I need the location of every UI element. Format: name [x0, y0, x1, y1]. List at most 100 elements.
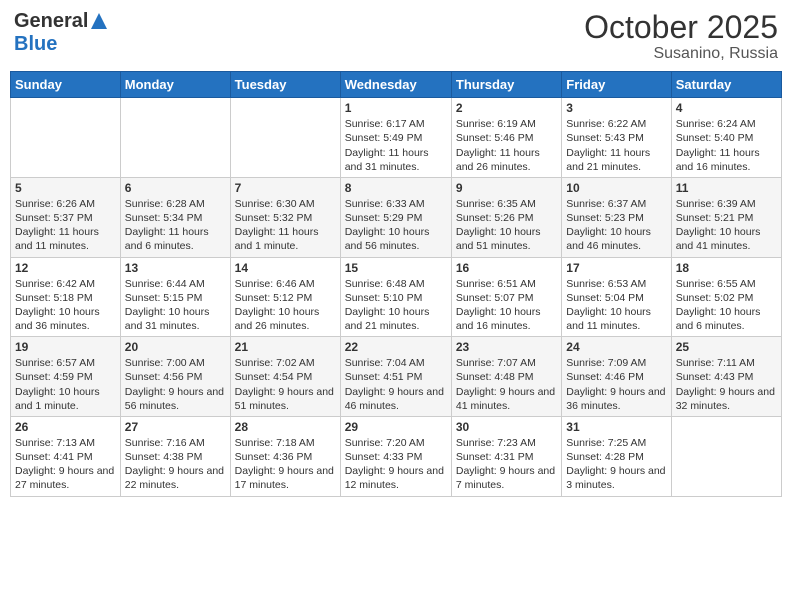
cell-text: Sunrise: 6:46 AM: [235, 277, 336, 291]
cell-text: Daylight: 9 hours and 22 minutes.: [125, 464, 226, 492]
cell-text: Daylight: 10 hours and 26 minutes.: [235, 305, 336, 333]
day-number: 2: [456, 101, 557, 115]
col-tuesday: Tuesday: [230, 72, 340, 98]
calendar-cell: 14Sunrise: 6:46 AMSunset: 5:12 PMDayligh…: [230, 257, 340, 337]
col-saturday: Saturday: [671, 72, 781, 98]
calendar-cell: 16Sunrise: 6:51 AMSunset: 5:07 PMDayligh…: [451, 257, 561, 337]
cell-text: Daylight: 10 hours and 51 minutes.: [456, 225, 557, 253]
calendar-week-1: 1Sunrise: 6:17 AMSunset: 5:49 PMDaylight…: [11, 98, 782, 178]
calendar-cell: 13Sunrise: 6:44 AMSunset: 5:15 PMDayligh…: [120, 257, 230, 337]
calendar-cell: 12Sunrise: 6:42 AMSunset: 5:18 PMDayligh…: [11, 257, 121, 337]
calendar-cell: 26Sunrise: 7:13 AMSunset: 4:41 PMDayligh…: [11, 416, 121, 496]
col-wednesday: Wednesday: [340, 72, 451, 98]
cell-text: Daylight: 9 hours and 3 minutes.: [566, 464, 666, 492]
cell-text: Sunrise: 7:11 AM: [676, 356, 777, 370]
cell-text: Daylight: 10 hours and 31 minutes.: [125, 305, 226, 333]
cell-text: Sunrise: 7:02 AM: [235, 356, 336, 370]
day-number: 9: [456, 181, 557, 195]
cell-text: Sunrise: 6:19 AM: [456, 117, 557, 131]
cell-text: Sunrise: 6:42 AM: [15, 277, 116, 291]
day-number: 23: [456, 340, 557, 354]
calendar-cell: 22Sunrise: 7:04 AMSunset: 4:51 PMDayligh…: [340, 337, 451, 417]
cell-text: Sunset: 5:49 PM: [345, 131, 447, 145]
day-number: 12: [15, 261, 116, 275]
cell-text: Sunrise: 7:04 AM: [345, 356, 447, 370]
month-title: October 2025: [584, 10, 778, 45]
calendar-cell: 7Sunrise: 6:30 AMSunset: 5:32 PMDaylight…: [230, 177, 340, 257]
calendar-cell: 31Sunrise: 7:25 AMSunset: 4:28 PMDayligh…: [562, 416, 671, 496]
cell-text: Sunrise: 6:30 AM: [235, 197, 336, 211]
cell-text: Daylight: 9 hours and 51 minutes.: [235, 385, 336, 413]
cell-text: Sunset: 5:18 PM: [15, 291, 116, 305]
cell-text: Sunset: 5:32 PM: [235, 211, 336, 225]
cell-text: Sunrise: 7:07 AM: [456, 356, 557, 370]
cell-text: Daylight: 11 hours and 26 minutes.: [456, 146, 557, 174]
day-number: 14: [235, 261, 336, 275]
day-number: 21: [235, 340, 336, 354]
cell-text: Daylight: 10 hours and 56 minutes.: [345, 225, 447, 253]
calendar-cell: [671, 416, 781, 496]
cell-text: Sunset: 5:40 PM: [676, 131, 777, 145]
col-monday: Monday: [120, 72, 230, 98]
calendar-cell: [230, 98, 340, 178]
cell-text: Sunrise: 6:55 AM: [676, 277, 777, 291]
day-number: 25: [676, 340, 777, 354]
cell-text: Sunrise: 7:18 AM: [235, 436, 336, 450]
logo-icon: [90, 12, 108, 30]
cell-text: Sunrise: 6:28 AM: [125, 197, 226, 211]
cell-text: Sunset: 4:31 PM: [456, 450, 557, 464]
cell-text: Daylight: 10 hours and 1 minute.: [15, 385, 116, 413]
cell-text: Sunset: 5:23 PM: [566, 211, 666, 225]
calendar-cell: 19Sunrise: 6:57 AMSunset: 4:59 PMDayligh…: [11, 337, 121, 417]
cell-text: Sunrise: 6:33 AM: [345, 197, 447, 211]
calendar-cell: 5Sunrise: 6:26 AMSunset: 5:37 PMDaylight…: [11, 177, 121, 257]
day-number: 18: [676, 261, 777, 275]
cell-text: Sunrise: 7:25 AM: [566, 436, 666, 450]
day-number: 30: [456, 420, 557, 434]
calendar-cell: 15Sunrise: 6:48 AMSunset: 5:10 PMDayligh…: [340, 257, 451, 337]
day-number: 24: [566, 340, 666, 354]
cell-text: Daylight: 10 hours and 46 minutes.: [566, 225, 666, 253]
day-number: 3: [566, 101, 666, 115]
cell-text: Sunrise: 6:51 AM: [456, 277, 557, 291]
cell-text: Sunset: 4:28 PM: [566, 450, 666, 464]
cell-text: Daylight: 10 hours and 41 minutes.: [676, 225, 777, 253]
calendar-cell: 28Sunrise: 7:18 AMSunset: 4:36 PMDayligh…: [230, 416, 340, 496]
cell-text: Sunrise: 6:53 AM: [566, 277, 666, 291]
day-number: 13: [125, 261, 226, 275]
cell-text: Sunrise: 6:44 AM: [125, 277, 226, 291]
calendar-cell: 1Sunrise: 6:17 AMSunset: 5:49 PMDaylight…: [340, 98, 451, 178]
cell-text: Sunset: 5:46 PM: [456, 131, 557, 145]
cell-text: Sunset: 5:43 PM: [566, 131, 666, 145]
logo-blue-text: Blue: [14, 33, 57, 56]
logo-general-text: General: [14, 10, 88, 33]
cell-text: Sunset: 4:41 PM: [15, 450, 116, 464]
day-number: 20: [125, 340, 226, 354]
day-number: 22: [345, 340, 447, 354]
cell-text: Sunrise: 6:26 AM: [15, 197, 116, 211]
cell-text: Daylight: 9 hours and 32 minutes.: [676, 385, 777, 413]
cell-text: Sunrise: 6:22 AM: [566, 117, 666, 131]
cell-text: Sunrise: 6:17 AM: [345, 117, 447, 131]
cell-text: Sunrise: 6:39 AM: [676, 197, 777, 211]
day-number: 4: [676, 101, 777, 115]
col-sunday: Sunday: [11, 72, 121, 98]
cell-text: Sunset: 5:29 PM: [345, 211, 447, 225]
calendar-week-2: 5Sunrise: 6:26 AMSunset: 5:37 PMDaylight…: [11, 177, 782, 257]
cell-text: Sunset: 5:37 PM: [15, 211, 116, 225]
calendar-cell: 2 Sunrise: 6:19 AMSunset: 5:46 PMDaylight…: [451, 98, 561, 178]
day-number: 17: [566, 261, 666, 275]
day-number: 6: [125, 181, 226, 195]
cell-text: Sunset: 5:26 PM: [456, 211, 557, 225]
cell-text: Sunrise: 6:57 AM: [15, 356, 116, 370]
cell-text: Sunset: 5:34 PM: [125, 211, 226, 225]
day-number: 19: [15, 340, 116, 354]
cell-text: Sunrise: 7:09 AM: [566, 356, 666, 370]
cell-text: Sunrise: 7:16 AM: [125, 436, 226, 450]
cell-text: Sunset: 4:43 PM: [676, 370, 777, 384]
calendar-week-3: 12 Sunrise: 6:42 AMSunset: 5:18 PM Dayligh…: [11, 257, 782, 337]
cell-text: Sunrise: 7:00 AM: [125, 356, 226, 370]
cell-text: Daylight: 9 hours and 46 minutes.: [345, 385, 447, 413]
cell-text: Sunrise: 6:35 AM: [456, 197, 557, 211]
day-number: 26: [15, 420, 116, 434]
